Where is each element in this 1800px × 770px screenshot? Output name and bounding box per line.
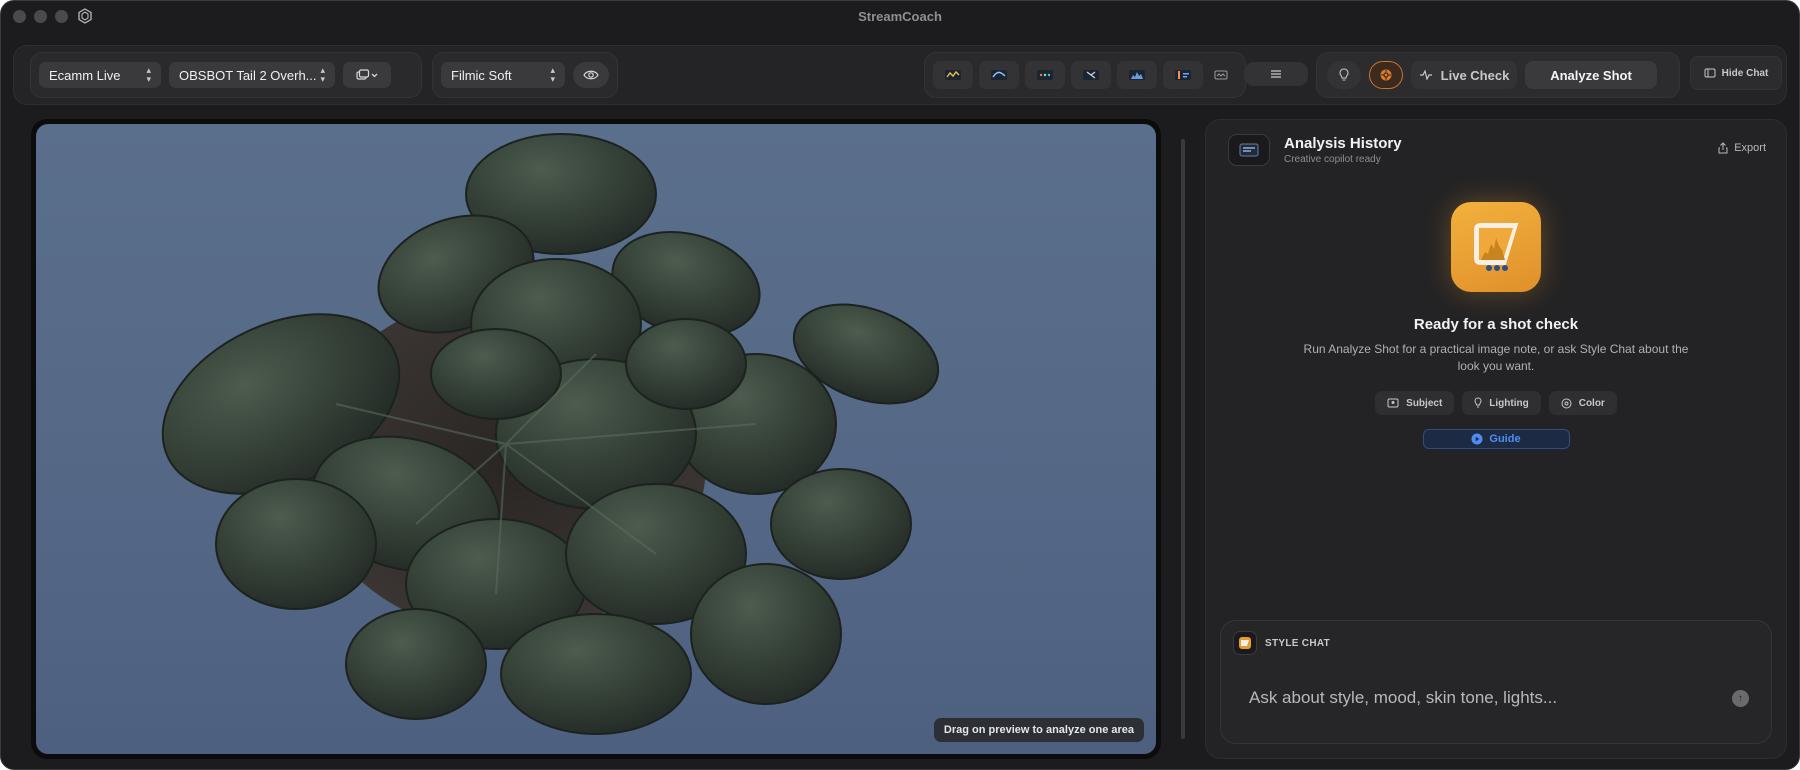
hamburger-icon [1271, 70, 1281, 78]
camera-preview[interactable]: Drag on preview to analyze one area [36, 124, 1156, 754]
camera-select[interactable]: OBSBOT Tail 2 Overh... ▴ ▾ [169, 62, 335, 88]
app-logo-icon [78, 8, 92, 24]
window-title: StreamCoach [858, 8, 942, 24]
vectorscope-button[interactable] [1071, 61, 1111, 89]
export-label: Export [1734, 142, 1766, 154]
suggestion-chips: Subject Lighting Color [1206, 391, 1786, 415]
chip-lighting-label: Lighting [1489, 397, 1529, 409]
layers-icon [356, 69, 378, 80]
analysis-group: Live Check Analyze Shot [1316, 52, 1680, 98]
live-check-button[interactable]: Live Check [1411, 61, 1517, 89]
send-button[interactable]: ↑ [1732, 690, 1749, 707]
minimize-window-button[interactable] [34, 10, 47, 23]
analyze-shot-button[interactable]: Analyze Shot [1525, 61, 1657, 89]
chip-subject-label: Subject [1406, 397, 1443, 409]
zoom-window-button[interactable] [55, 10, 68, 23]
eye-icon [583, 70, 599, 80]
aperture-icon [1380, 69, 1392, 81]
empty-description: Run Analyze Shot for a practical image n… [1303, 342, 1689, 373]
window-controls [13, 10, 68, 23]
hide-chat-button[interactable]: Hide Chat [1690, 56, 1782, 90]
palette-icon [1561, 398, 1572, 408]
toolbar: Ecamm Live ▴ ▾ OBSBOT Tail 2 Overh... ▴ ▾ … [13, 45, 1787, 105]
layout-menu-button[interactable] [343, 62, 391, 88]
pulse-icon [1419, 70, 1432, 80]
style-chat-icon [1233, 631, 1257, 655]
lighting-tip-button[interactable] [1327, 61, 1361, 89]
platform-select[interactable]: Ecamm Live ▴ ▾ [39, 62, 161, 88]
style-chat-box: STYLE CHAT ↑ [1220, 620, 1772, 744]
split-divider-handle[interactable] [1181, 139, 1185, 739]
close-window-button[interactable] [13, 10, 26, 23]
live-check-label: Live Check [1440, 67, 1510, 83]
panel-title: Analysis History [1284, 135, 1402, 152]
app-window: StreamCoach Ecamm Live ▴ ▾ OBSBOT Tail 2 … [0, 0, 1800, 770]
preview-hint-badge: Drag on preview to analyze one area [933, 718, 1144, 742]
panel-header: Analysis History Creative copilot ready … [1228, 134, 1766, 168]
platform-select-value: Ecamm Live [49, 67, 121, 83]
camera-select-value: OBSBOT Tail 2 Overh... [179, 67, 317, 83]
history-icon [1228, 134, 1270, 166]
analyze-shot-label: Analyze Shot [1550, 67, 1632, 83]
guide-label: Guide [1489, 433, 1521, 445]
chip-color-label: Color [1578, 397, 1605, 409]
panel-subtitle: Creative copilot ready [1284, 154, 1381, 165]
chat-panel: Analysis History Creative copilot ready … [1205, 119, 1787, 759]
chip-subject[interactable]: Subject [1375, 391, 1455, 415]
look-select[interactable]: Filmic Soft ▴ ▾ [441, 62, 565, 88]
hide-chat-label: Hide Chat [1721, 67, 1769, 79]
share-icon [1718, 142, 1728, 154]
parade-button[interactable] [1025, 61, 1065, 89]
curves-button[interactable] [979, 61, 1019, 89]
scopes-group [924, 52, 1246, 98]
camera-preview-frame: Drag on preview to analyze one area [31, 119, 1161, 759]
lightbulb-icon [1339, 68, 1349, 81]
look-group: Filmic Soft ▴ ▾ [432, 52, 618, 98]
histogram-icon [1129, 70, 1145, 80]
preview-visibility-button[interactable] [573, 62, 609, 88]
settings-menu-button[interactable] [1244, 62, 1308, 86]
empty-state: Ready for a shot check Run Analyze Shot … [1206, 202, 1786, 449]
parade-icon [1037, 70, 1053, 80]
look-select-value: Filmic Soft [451, 67, 512, 83]
export-button[interactable]: Export [1718, 142, 1766, 154]
curve-icon [991, 70, 1007, 80]
chip-lighting[interactable]: Lighting [1462, 391, 1541, 415]
lightbulb-icon [1474, 397, 1482, 408]
arrow-up-icon: ↑ [1738, 693, 1743, 704]
histogram-button[interactable] [1117, 61, 1157, 89]
chip-color[interactable]: Color [1548, 391, 1617, 415]
play-circle-icon [1471, 433, 1483, 445]
source-group: Ecamm Live ▴ ▾ OBSBOT Tail 2 Overh... ▴ ▾ [30, 52, 422, 98]
updown-chevron-icon: ▴ ▾ [146, 65, 151, 84]
style-chat-label: STYLE CHAT [1265, 638, 1331, 649]
subject-icon [1387, 398, 1399, 408]
exposure-meter-button[interactable] [1163, 61, 1203, 89]
histogram-app-icon [1451, 202, 1541, 292]
updown-chevron-icon: ▴ ▾ [320, 65, 325, 84]
signal-icon [1214, 70, 1228, 80]
waveform-scope-button[interactable] [933, 61, 973, 89]
meter-icon [1175, 70, 1191, 80]
title-bar: StreamCoach [1, 1, 1799, 31]
plant-image [161, 133, 940, 735]
empty-title: Ready for a shot check [1413, 316, 1579, 333]
auto-coach-button[interactable] [1369, 61, 1403, 89]
waveform-icon [945, 70, 961, 80]
chat-input[interactable] [1249, 685, 1727, 711]
vectorscope-icon [1083, 70, 1099, 80]
sidebar-icon [1704, 68, 1716, 78]
signal-button[interactable] [1209, 61, 1233, 89]
updown-chevron-icon: ▴ ▾ [550, 65, 555, 84]
guide-button[interactable]: Guide [1422, 429, 1570, 449]
